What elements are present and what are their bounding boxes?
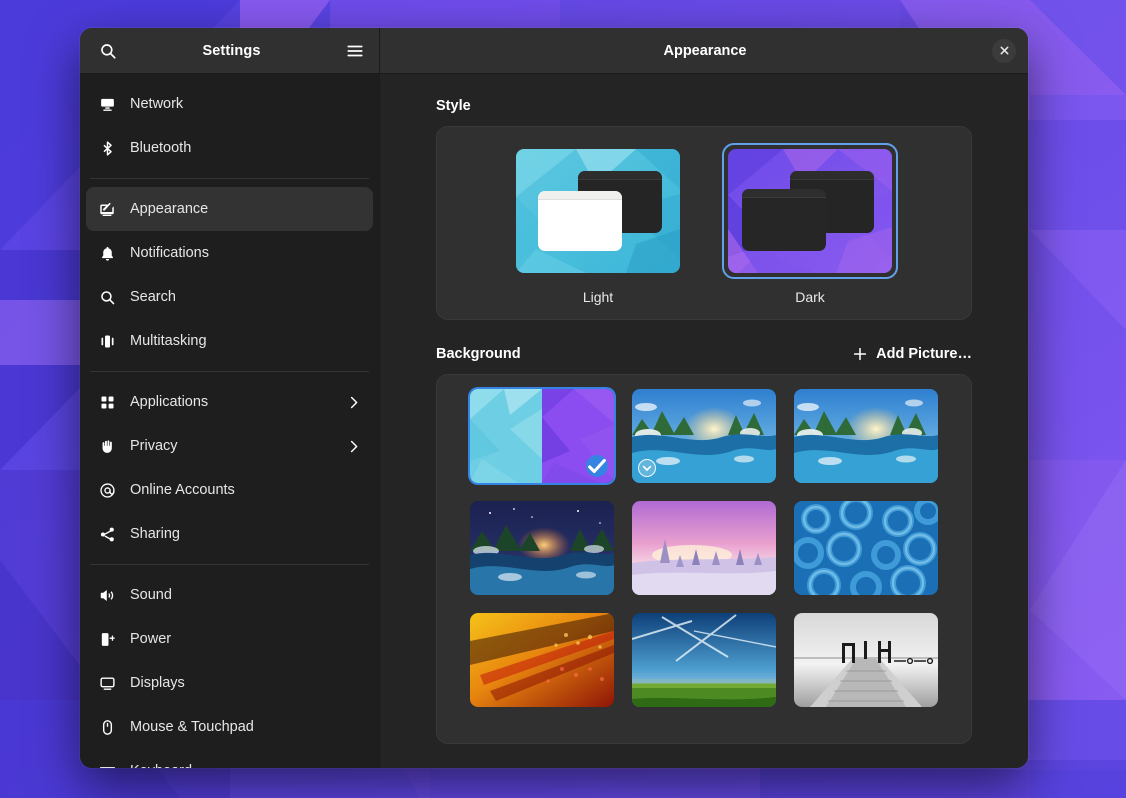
sidebar-item-bluetooth[interactable]: Bluetooth xyxy=(86,126,373,170)
wallpaper-grayscale-wooden-pier[interactable] xyxy=(794,613,938,707)
share-nodes-icon xyxy=(98,525,116,543)
sidebar-item-notifications[interactable]: Notifications xyxy=(86,231,373,275)
sidebar-item-appearance[interactable]: Appearance xyxy=(86,187,373,231)
sidebar-group: Applications Privacy Online Accounts Sharin… xyxy=(86,378,373,558)
sidebar-item-sharing[interactable]: Sharing xyxy=(86,512,373,556)
sidebar-item-label: Privacy xyxy=(130,438,332,454)
sidebar-item-label: Displays xyxy=(130,675,361,691)
search-icon[interactable] xyxy=(94,37,122,65)
style-option-label: Dark xyxy=(795,289,825,305)
style-option-label: Light xyxy=(583,289,613,305)
style-thumb-frame xyxy=(510,143,686,279)
background-section-header: Background Add Picture… xyxy=(436,346,972,362)
sidebar-item-mouse-touchpad[interactable]: Mouse & Touchpad xyxy=(86,705,373,749)
sidebar-item-online-accounts[interactable]: Online Accounts xyxy=(86,468,373,512)
sidebar-item-search[interactable]: Search xyxy=(86,275,373,319)
wallpaper-adwaita-split-light-dark[interactable] xyxy=(470,389,614,483)
sidebar-separator xyxy=(90,564,369,565)
mouse-icon xyxy=(98,718,116,736)
sidebar-item-multitasking[interactable]: Multitasking xyxy=(86,319,373,363)
wallpaper-amber-fabric-macro[interactable] xyxy=(470,613,614,707)
sidebar-item-label: Network xyxy=(130,96,361,112)
hamburger-menu-icon[interactable] xyxy=(341,37,369,65)
add-picture-button[interactable]: Add Picture… xyxy=(852,346,972,362)
main-headerbar: Appearance xyxy=(380,28,1028,73)
bell-icon xyxy=(98,244,116,262)
add-picture-label: Add Picture… xyxy=(876,346,972,362)
search-icon xyxy=(98,288,116,306)
keyboard-icon xyxy=(98,762,116,768)
dark-theme-preview xyxy=(728,149,892,273)
sidebar-item-label: Appearance xyxy=(130,201,361,217)
selected-check-icon xyxy=(586,455,608,477)
at-sign-icon xyxy=(98,481,116,499)
sidebar-item-applications[interactable]: Applications xyxy=(86,380,373,424)
background-section-title: Background xyxy=(436,346,521,362)
wallpaper-blue-coral-pattern[interactable] xyxy=(794,501,938,595)
settings-sidebar[interactable]: Network Bluetooth Appearance Notifications S… xyxy=(80,74,380,768)
sidebar-item-power[interactable]: Power xyxy=(86,617,373,661)
sidebar-item-sound[interactable]: Sound xyxy=(86,573,373,617)
style-option-dark[interactable]: Dark xyxy=(722,143,898,305)
sidebar-item-displays[interactable]: Displays xyxy=(86,661,373,705)
wallpaper-mountain-night[interactable] xyxy=(470,501,614,595)
power-plug-icon xyxy=(98,630,116,648)
sidebar-item-network[interactable]: Network xyxy=(86,82,373,126)
sidebar-group: Appearance Notifications Search Multitaskin… xyxy=(86,185,373,365)
sidebar-item-label: Keyboard xyxy=(130,763,361,768)
sidebar-separator xyxy=(90,371,369,372)
preview-window-front xyxy=(538,191,622,251)
appearance-icon xyxy=(98,200,116,218)
settings-window: Settings Appearance Network Bluetooth Appe… xyxy=(80,28,1028,768)
window-headerbar: Settings Appearance xyxy=(80,28,1028,74)
sidebar-item-label: Sound xyxy=(130,587,361,603)
display-monitor-icon xyxy=(98,674,116,692)
sidebar-item-label: Applications xyxy=(130,394,332,410)
grid-apps-icon xyxy=(98,393,116,411)
sidebar-item-label: Bluetooth xyxy=(130,140,361,156)
style-section-title: Style xyxy=(436,98,471,114)
preview-window-front xyxy=(742,189,826,251)
hand-icon xyxy=(98,437,116,455)
sidebar-item-keyboard[interactable]: Keyboard xyxy=(86,749,373,768)
style-option-light[interactable]: Light xyxy=(510,143,686,305)
sidebar-item-label: Sharing xyxy=(130,526,361,542)
chevron-right-icon xyxy=(346,439,361,454)
bluetooth-icon xyxy=(98,139,116,157)
network-icon xyxy=(98,95,116,113)
sidebar-item-label: Notifications xyxy=(130,245,361,261)
multitasking-icon xyxy=(98,332,116,350)
timed-wallpaper-clock-icon xyxy=(638,459,656,477)
wallpaper-mountain-sunrise-timed[interactable] xyxy=(632,389,776,483)
sidebar-item-label: Mouse & Touchpad xyxy=(130,719,361,735)
sidebar-item-label: Multitasking xyxy=(130,333,361,349)
chevron-right-icon xyxy=(346,395,361,410)
sidebar-item-label: Search xyxy=(130,289,361,305)
style-section-header: Style xyxy=(436,98,972,114)
plus-icon xyxy=(852,346,868,362)
sidebar-headerbar: Settings xyxy=(80,28,380,73)
appearance-panel: Style Light Dark Background Add Picture… xyxy=(380,74,1028,768)
sidebar-group: Sound Power Displays Mouse & Touchpad Keyboa… xyxy=(86,571,373,768)
sidebar-item-label: Online Accounts xyxy=(130,482,361,498)
sidebar-item-label: Power xyxy=(130,631,361,647)
close-icon[interactable] xyxy=(992,39,1016,63)
wallpaper-grid xyxy=(451,389,957,707)
style-options-card: Light Dark xyxy=(436,126,972,320)
wallpaper-winter-snow-pink-sunset[interactable] xyxy=(632,501,776,595)
sidebar-title: Settings xyxy=(122,43,341,59)
page-title: Appearance xyxy=(418,43,992,59)
style-thumb-frame xyxy=(722,143,898,279)
light-theme-preview xyxy=(516,149,680,273)
wallpaper-mountain-sunrise-day[interactable] xyxy=(794,389,938,483)
background-gallery-card xyxy=(436,374,972,744)
sidebar-group: Network Bluetooth xyxy=(86,80,373,172)
sidebar-item-privacy[interactable]: Privacy xyxy=(86,424,373,468)
wallpaper-green-field-contrails-sky[interactable] xyxy=(632,613,776,707)
sidebar-separator xyxy=(90,178,369,179)
speaker-icon xyxy=(98,586,116,604)
